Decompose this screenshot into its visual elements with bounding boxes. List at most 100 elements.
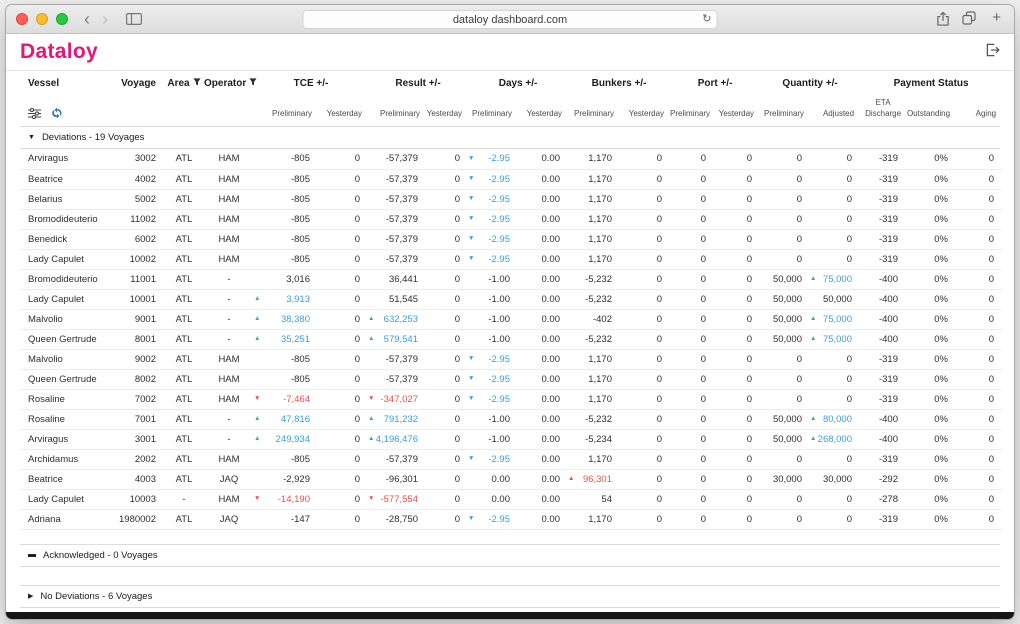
address-bar-url: dataloy dashboard.com: [453, 14, 567, 26]
voyage-row[interactable]: Queen Gertrude8001ATL-▲35,2510▲579,5410-…: [20, 329, 1002, 349]
cell-result-yesterday: 0: [426, 469, 468, 489]
cell-area: ATL: [164, 389, 204, 409]
cell-voyage: 10003: [118, 489, 164, 509]
section-header-deviations-19-voyages[interactable]: ▼Deviations - 19 Voyages: [20, 126, 1000, 149]
cell-vessel: Belarius: [20, 189, 118, 209]
voyage-row[interactable]: Arviragus3002ATLHAM-8050-57,3790▼-2.950.…: [20, 149, 1002, 169]
refresh-icon[interactable]: [51, 107, 63, 119]
down-arrow-icon: ▼: [254, 496, 260, 503]
cell-result-yesterday: 0: [426, 209, 468, 229]
cell-bunkers-yesterday: 0: [620, 469, 670, 489]
cell-port-preliminary: 0: [670, 489, 714, 509]
cell-port-preliminary: 0: [670, 309, 714, 329]
cell-bunkers-preliminary: 1,170: [568, 389, 620, 409]
voyage-row[interactable]: Adriana1980002ATLJAQ-1470-28,7500▼-2.950…: [20, 509, 1002, 529]
dataloy-logo: Dataloy: [20, 40, 98, 64]
cell-operator: -: [204, 309, 254, 329]
voyage-row[interactable]: Arviragus3001ATL-▲249,9340▲4,196,4760-1.…: [20, 429, 1002, 449]
cell-quantity-preliminary: 50,000: [760, 429, 810, 449]
section-title: Acknowledged - 0 Voyages: [43, 550, 158, 561]
new-tab-icon[interactable]: +: [992, 10, 1001, 25]
cell-days-preliminary: -1.00: [468, 329, 518, 349]
cell-outstanding: 0%: [906, 169, 956, 189]
voyage-row[interactable]: Belarius5002ATLHAM-8050-57,3790▼-2.950.0…: [20, 189, 1002, 209]
reload-icon[interactable]: ↻: [702, 12, 711, 25]
cell-days-yesterday: 0.00: [518, 229, 568, 249]
cell-voyage: 3001: [118, 429, 164, 449]
cell-quantity-preliminary: 0: [760, 449, 810, 469]
cell-eta-discharge: -319: [860, 509, 906, 529]
voyage-row[interactable]: Lady Capulet10002ATLHAM-8050-57,3790▼-2.…: [20, 249, 1002, 269]
forward-button[interactable]: ›: [102, 10, 108, 28]
cell-tce-yesterday: 0: [318, 389, 368, 409]
cell-operator: HAM: [204, 369, 254, 389]
column-group-operator[interactable]: Operator: [204, 71, 254, 96]
section-header-acknowledged-0-voyages[interactable]: Acknowledged - 0 Voyages: [20, 544, 1000, 567]
cell-tce-preliminary: -805: [254, 229, 318, 249]
cell-bunkers-yesterday: 0: [620, 349, 670, 369]
voyage-row[interactable]: Beatrice4002ATLHAM-8050-57,3790▼-2.950.0…: [20, 169, 1002, 189]
section-header-no-deviations-6-voyages[interactable]: ▶No Deviations - 6 Voyages: [20, 585, 1000, 608]
cell-area: -: [164, 489, 204, 509]
cell-quantity-preliminary: 0: [760, 149, 810, 169]
cell-eta-discharge: -400: [860, 429, 906, 449]
voyage-row[interactable]: Beatrice4003ATLJAQ-2,9290-96,30100.000.0…: [20, 469, 1002, 489]
cell-area: ATL: [164, 369, 204, 389]
voyage-row[interactable]: Lady Capulet10003-HAM▼-14,1900▼-577,5540…: [20, 489, 1002, 509]
window-close-button[interactable]: [16, 13, 28, 25]
cell-result-yesterday: 0: [426, 149, 468, 169]
window-minimize-button[interactable]: [36, 13, 48, 25]
sidebar-toggle-icon[interactable]: [126, 13, 142, 25]
cell-result-preliminary: 51,545: [368, 289, 426, 309]
cell-result-preliminary: -28,750: [368, 509, 426, 529]
cell-tce-preliminary: -805: [254, 369, 318, 389]
cell-days-preliminary: ▼-2.95: [468, 169, 518, 189]
window-controls: [16, 13, 68, 25]
voyage-row[interactable]: Lady Capulet10001ATL-▲3,913051,5450-1.00…: [20, 289, 1002, 309]
section-title: Deviations - 19 Voyages: [42, 132, 144, 143]
voyage-row[interactable]: Archidamus2002ATLHAM-8050-57,3790▼-2.950…: [20, 449, 1002, 469]
cell-result-yesterday: 0: [426, 509, 468, 529]
share-icon[interactable]: [936, 11, 950, 27]
voyage-row[interactable]: Queen Gertrude8002ATLHAM-8050-57,3790▼-2…: [20, 369, 1002, 389]
cell-aging: 0: [956, 469, 1002, 489]
down-arrow-icon: ▼: [468, 196, 474, 203]
window-zoom-button[interactable]: [56, 13, 68, 25]
cell-vessel: Archidamus: [20, 449, 118, 469]
cell-result-preliminary: -57,379: [368, 169, 426, 189]
cell-tce-preliminary: -805: [254, 349, 318, 369]
cell-bunkers-preliminary: 1,170: [568, 509, 620, 529]
cell-tce-yesterday: 0: [318, 229, 368, 249]
cell-days-preliminary: ▼-2.95: [468, 209, 518, 229]
cell-tce-yesterday: 0: [318, 449, 368, 469]
cell-quantity-preliminary: 0: [760, 369, 810, 389]
tab-overview-icon[interactable]: [962, 11, 976, 25]
up-arrow-icon: ▲: [810, 416, 816, 423]
cell-aging: 0: [956, 489, 1002, 509]
logout-icon[interactable]: [985, 43, 1000, 62]
cell-bunkers-yesterday: 0: [620, 409, 670, 429]
voyage-row[interactable]: Rosaline7002ATLHAM▼-7,4640▼-347,0270▼-2.…: [20, 389, 1002, 409]
column-group-voyage: Voyage: [118, 71, 164, 96]
cell-quantity-adjusted: ▲75,000: [810, 329, 860, 349]
cell-voyage: 10002: [118, 249, 164, 269]
cell-result-preliminary: -96,301: [368, 469, 426, 489]
address-bar[interactable]: dataloy dashboard.com ↻: [303, 10, 718, 29]
cell-port-preliminary: 0: [670, 389, 714, 409]
back-button[interactable]: ‹: [84, 10, 90, 28]
cell-aging: 0: [956, 269, 1002, 289]
cell-voyage: 4002: [118, 169, 164, 189]
column-sub-port-yesterday: Yesterday: [714, 96, 760, 126]
cell-days-preliminary: ▼-2.95: [468, 369, 518, 389]
voyage-row[interactable]: Benedick6002ATLHAM-8050-57,3790▼-2.950.0…: [20, 229, 1002, 249]
voyage-row[interactable]: Rosaline7001ATL-▲47,8160▲791,2320-1.000.…: [20, 409, 1002, 429]
cell-tce-preliminary: -147: [254, 509, 318, 529]
up-arrow-icon: ▲: [368, 416, 374, 423]
voyage-row[interactable]: Bromodideuterio11001ATL-3,016036,4410-1.…: [20, 269, 1002, 289]
voyage-row[interactable]: Malvolio9001ATL-▲38,3800▲632,2530-1.000.…: [20, 309, 1002, 329]
voyage-row[interactable]: Bromodideuterio11002ATLHAM-8050-57,3790▼…: [20, 209, 1002, 229]
filter-sliders-icon[interactable]: [28, 108, 41, 119]
cell-port-preliminary: 0: [670, 189, 714, 209]
voyage-row[interactable]: Malvolio9002ATLHAM-8050-57,3790▼-2.950.0…: [20, 349, 1002, 369]
column-group-area[interactable]: Area: [164, 71, 204, 96]
